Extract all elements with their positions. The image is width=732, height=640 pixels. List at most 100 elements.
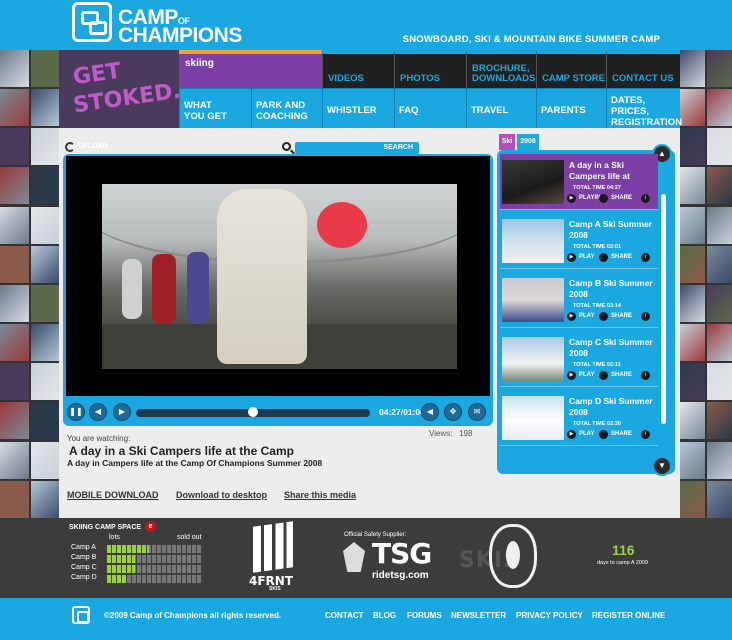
footer-link-blog[interactable]: BLOG	[373, 611, 396, 620]
nav-section-skiing[interactable]: skiing	[179, 50, 322, 88]
nav-item-videos[interactable]: VIDEOS	[322, 50, 394, 88]
footer-link-register[interactable]: REGISTER ONLINE	[592, 611, 665, 620]
playlist-item[interactable]: A day in a Ski Campers life at TOTAL TIME…	[500, 154, 658, 210]
mosaic-photo	[680, 89, 705, 127]
playlist-item-play[interactable]: PLAY	[579, 313, 594, 319]
camp-logo-icon[interactable]	[72, 2, 112, 42]
photo-mosaic-right	[680, 50, 732, 518]
tsg-logo[interactable]: TSG	[372, 540, 432, 568]
email-icon[interactable]: ✉	[468, 403, 486, 421]
spyder-spider-icon[interactable]	[489, 524, 537, 588]
refresh-icon[interactable]	[65, 142, 75, 152]
camp-space-row: Camp B	[71, 554, 211, 564]
camp-space-badge[interactable]: e	[145, 521, 156, 532]
play-icon[interactable]: ▶	[567, 312, 576, 321]
footer-link-forums[interactable]: FORUMS	[407, 611, 442, 620]
footer-link-newsletter[interactable]: NEWSLETTER	[451, 611, 506, 620]
playlist-item-time: TOTAL TIME 04:27	[573, 185, 621, 191]
footer-logo-icon[interactable]	[72, 606, 90, 624]
playlist-thumbnail[interactable]	[502, 160, 564, 204]
play-icon[interactable]: ▶	[567, 371, 576, 380]
pause-icon[interactable]: ❚❚	[67, 403, 85, 421]
4frnt-mark-icon	[253, 521, 293, 573]
playlist-item-share[interactable]: SHARE	[611, 313, 632, 319]
footer-link-privacy[interactable]: PRIVACY POLICY	[516, 611, 583, 620]
playlist-item-share[interactable]: SHARE	[611, 254, 632, 260]
mobile-download-link[interactable]: MOBILE DOWNLOAD	[67, 490, 159, 500]
nav-item-camp-store[interactable]: CAMP STORE	[536, 50, 606, 88]
tsg-url[interactable]: ridetsg.com	[372, 570, 429, 581]
share-icon[interactable]	[599, 312, 608, 321]
play-icon[interactable]: ▶	[567, 253, 576, 262]
volume-icon[interactable]: ◀	[421, 403, 439, 421]
4frnt-logo[interactable]: 4FRNT SKIS	[245, 521, 307, 594]
share-media-link[interactable]: Share this media	[284, 490, 356, 500]
footer-link-contact[interactable]: CONTACT	[325, 611, 364, 620]
next-icon[interactable]: ▶	[113, 403, 131, 421]
playlist-item-share[interactable]: SHARE	[611, 431, 632, 437]
nav-item-what-you-get[interactable]: WHAT YOU GET	[179, 88, 251, 128]
playlist-thumbnail[interactable]	[502, 278, 564, 322]
share-icon[interactable]	[599, 194, 608, 203]
playlist-thumbnail[interactable]	[502, 396, 564, 440]
info-icon[interactable]: i	[641, 312, 650, 321]
mosaic-photo	[680, 245, 705, 283]
download-desktop-link[interactable]: Download to desktop	[176, 490, 267, 500]
search-icon[interactable]	[282, 142, 291, 151]
camp-space-fill	[107, 565, 136, 573]
progress-slider[interactable]	[136, 407, 370, 417]
playlist-item-title: Camp D Ski Summer 2008	[569, 396, 653, 417]
playlist-item-share[interactable]: SHARE	[611, 372, 632, 378]
upload-label[interactable]: UPLOAD	[78, 143, 108, 150]
play-icon[interactable]: ▶	[567, 430, 576, 439]
scroll-down-icon[interactable]: ▼	[652, 456, 672, 476]
playlist-item-play[interactable]: PLAY	[579, 431, 594, 437]
share-icon[interactable]	[599, 253, 608, 262]
days-countdown-label: days to camp A 2009	[597, 560, 649, 566]
mosaic-photo	[680, 128, 705, 166]
playlist-item[interactable]: Camp B Ski Summer 2008 TOTAL TIME 03:14 ▶ P…	[500, 272, 658, 328]
tab-ski[interactable]: Ski	[499, 134, 515, 150]
playlist-thumbnail[interactable]	[502, 337, 564, 381]
playlist-thumbnail[interactable]	[502, 219, 564, 263]
nav-item-dates-prices[interactable]: DATES, PRICES, REGISTRATION	[606, 88, 682, 128]
video-screen[interactable]	[66, 156, 490, 396]
nav-section-label: skiing	[185, 58, 214, 69]
mosaic-photo	[30, 284, 59, 322]
share-icon[interactable]	[599, 371, 608, 380]
tab-2008[interactable]: 2008	[517, 134, 539, 150]
search-input[interactable]: SEARCH	[295, 142, 419, 154]
playlist-item-share[interactable]: SHARE	[611, 195, 632, 201]
progress-handle[interactable]	[248, 407, 258, 417]
time-display: 04:27/01:04	[379, 407, 425, 417]
playlist-item[interactable]: Camp C Ski Summer 2008 TOTAL TIME 02:11 ▶ P…	[500, 331, 658, 387]
playlist-item-play[interactable]: PLAY	[579, 254, 594, 260]
mosaic-photo	[680, 363, 705, 401]
playlist-scrollbar[interactable]	[661, 194, 666, 424]
info-icon[interactable]: i	[641, 430, 650, 439]
info-icon[interactable]: i	[641, 194, 650, 203]
nav-item-travel[interactable]: TRAVEL	[466, 88, 536, 128]
info-icon[interactable]: i	[641, 253, 650, 262]
nav-item-whistler[interactable]: WHISTLER	[322, 88, 394, 128]
share-icon[interactable]	[599, 430, 608, 439]
tsg-wolf-icon[interactable]	[343, 542, 365, 572]
nav-item-park-coaching[interactable]: PARK AND COACHING	[251, 88, 322, 128]
video-frame[interactable]	[102, 184, 457, 369]
get-stoked-promo[interactable]: GET STOKED.	[59, 50, 179, 128]
playlist-item-play[interactable]: PLAY	[579, 372, 594, 378]
playlist-item[interactable]: Camp A Ski Summer 2008 TOTAL TIME 02:01 ▶ P…	[500, 213, 658, 269]
info-icon[interactable]: i	[641, 371, 650, 380]
nav-item-parents[interactable]: PARENTS	[536, 88, 606, 128]
nav-item-photos[interactable]: PHOTOS	[394, 50, 466, 88]
fullscreen-icon[interactable]: ✥	[444, 403, 462, 421]
promo-line1: GET	[71, 58, 123, 91]
play-icon[interactable]: ▶	[567, 194, 576, 203]
brand-name-line2[interactable]: CHAMPIONS	[118, 25, 242, 46]
nav-item-faq[interactable]: FAQ	[394, 88, 466, 128]
nav-item-contact-us[interactable]: CONTACT US	[606, 50, 680, 88]
playlist-item[interactable]: Camp D Ski Summer 2008 TOTAL TIME 02:30 ▶ P…	[500, 390, 658, 446]
nav-item-brochure[interactable]: BROCHURE, DOWNLOADS	[466, 50, 536, 88]
previous-icon[interactable]: ◀	[89, 403, 107, 421]
playlist-item-time: TOTAL TIME 02:01	[573, 244, 621, 250]
